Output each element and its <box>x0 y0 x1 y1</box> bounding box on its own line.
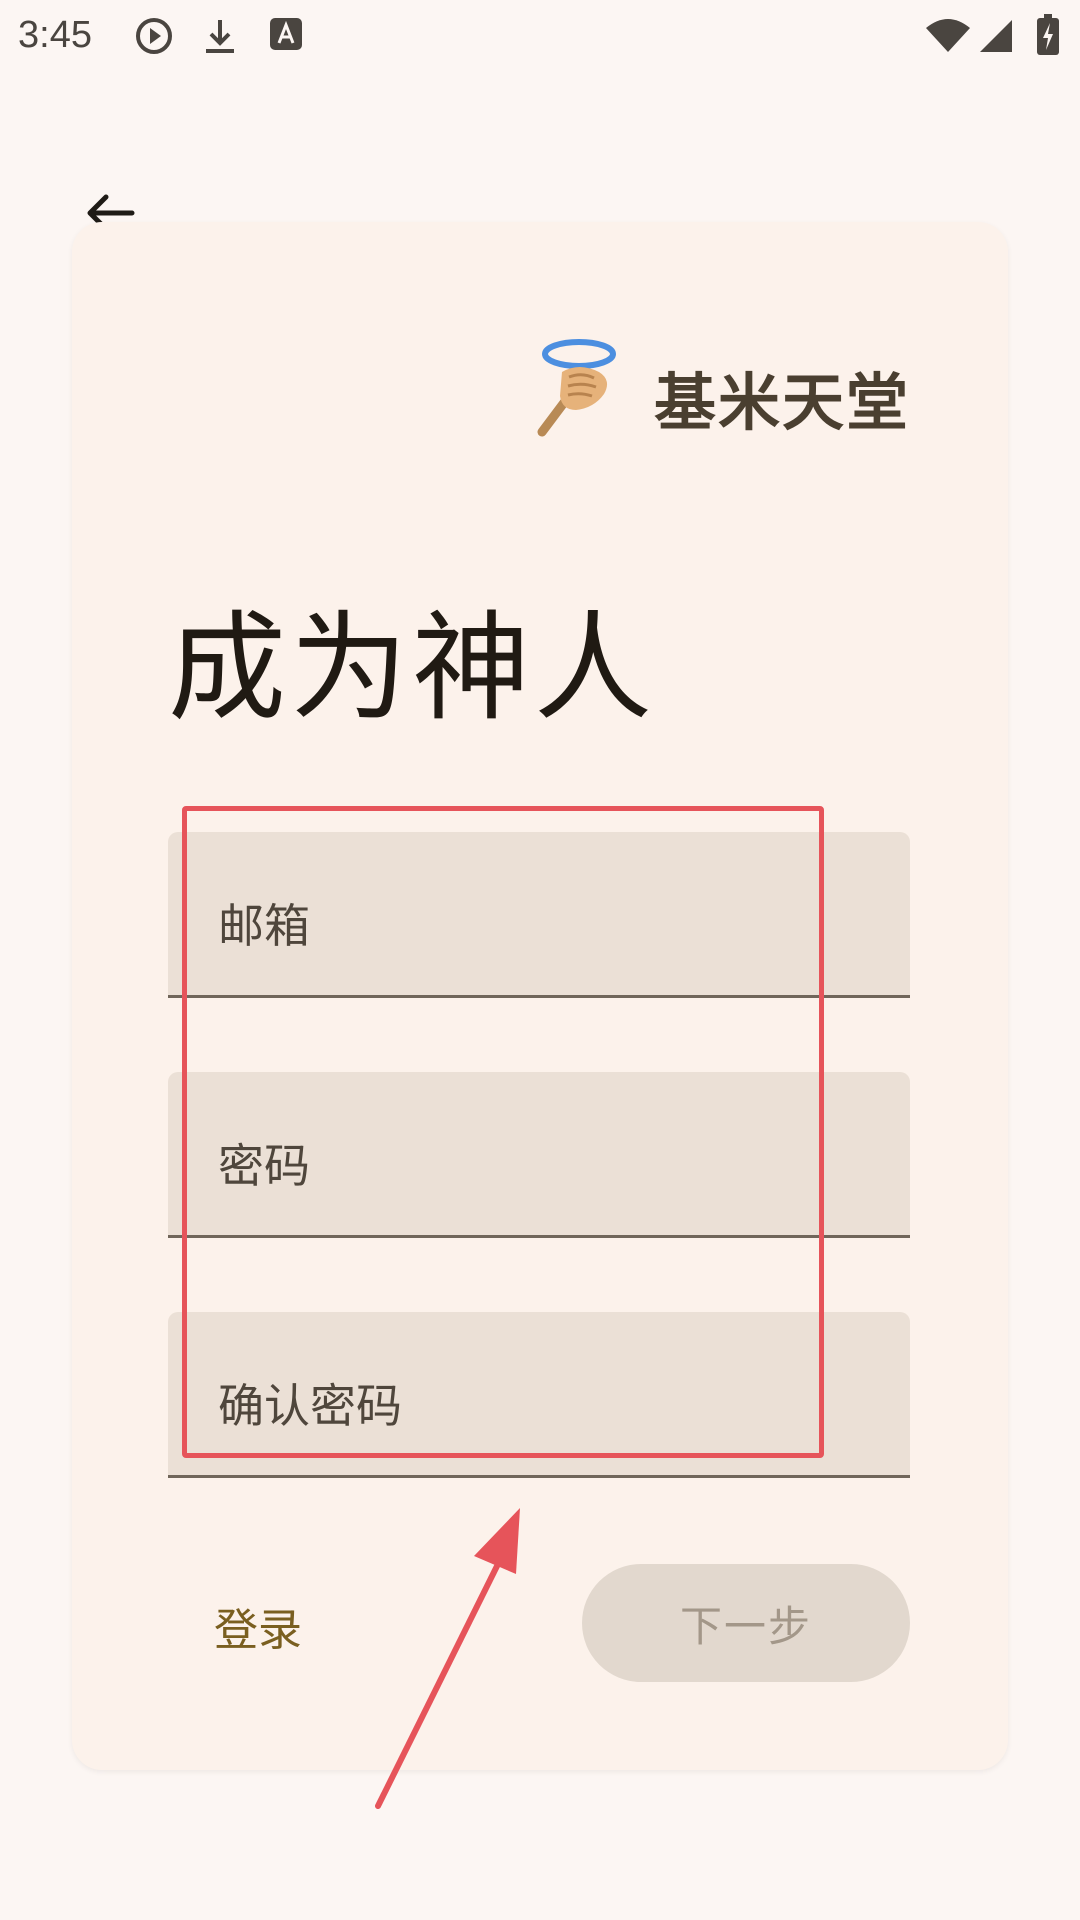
brand-name: 基米天堂 <box>654 366 911 439</box>
login-link[interactable]: 登录 <box>214 1594 302 1658</box>
status-bar: 3:45 <box>0 0 1080 80</box>
password-field[interactable]: 密码 <box>168 1072 910 1238</box>
brand-header: 基米天堂 <box>524 332 944 442</box>
email-field-label: 邮箱 <box>218 899 310 953</box>
battery-charging-icon <box>1036 14 1060 56</box>
play-circle-icon <box>134 16 174 56</box>
halo-hand-logo-icon <box>524 332 634 442</box>
signal-icon <box>978 18 1014 54</box>
wifi-icon <box>926 18 970 54</box>
next-step-button[interactable]: 下一步 <box>582 1564 910 1682</box>
confirm-password-field[interactable]: 确认密码 <box>168 1312 910 1478</box>
register-screen: 3:45 基米天堂 成为神人 邮箱 密码 确认密码 登录 下一步 <box>0 0 1080 1920</box>
text-a-icon <box>268 16 304 52</box>
page-title: 成为神人 <box>168 599 657 737</box>
download-icon <box>202 16 238 56</box>
register-card: 基米天堂 成为神人 邮箱 密码 确认密码 登录 下一步 <box>72 222 1008 1770</box>
confirm-password-field-label: 确认密码 <box>218 1379 402 1433</box>
status-time: 3:45 <box>18 14 92 56</box>
password-field-label: 密码 <box>218 1139 310 1193</box>
email-field[interactable]: 邮箱 <box>168 832 910 998</box>
